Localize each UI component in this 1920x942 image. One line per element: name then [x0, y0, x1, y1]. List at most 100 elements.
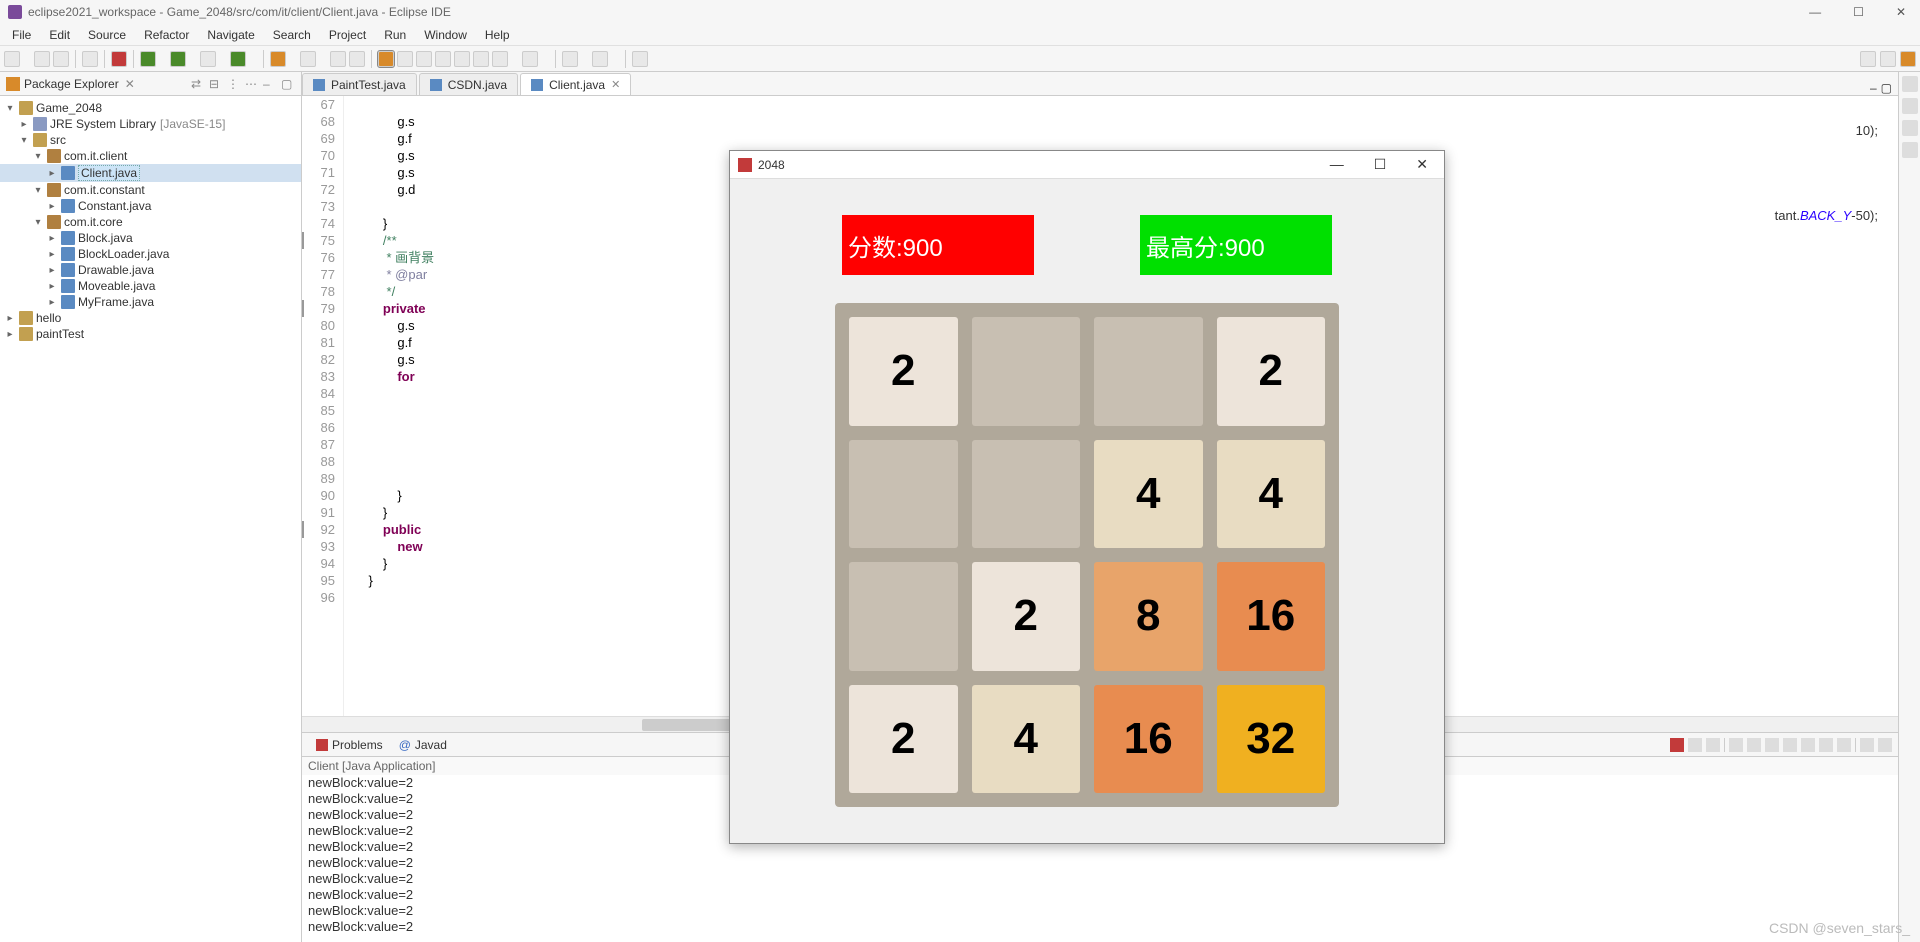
tab-painttest[interactable]: PaintTest.java [302, 73, 417, 95]
drop-frame-button[interactable] [522, 51, 538, 67]
tree-package-client[interactable]: ▾com.it.client [0, 148, 301, 164]
remove-all-terminated-button[interactable] [1706, 738, 1720, 752]
back-button[interactable] [562, 51, 578, 67]
run-button[interactable] [170, 51, 186, 67]
tree-jre-library[interactable]: ▸JRE System Library[JavaSE-15] [0, 116, 301, 132]
tab-client[interactable]: Client.java✕ [520, 73, 631, 95]
tree-file-myframe[interactable]: ▸MyFrame.java [0, 294, 301, 310]
scroll-lock-button[interactable] [1747, 738, 1761, 752]
menu-help[interactable]: Help [477, 26, 518, 44]
game-minimize-button[interactable]: — [1322, 154, 1352, 175]
minimize-console-button[interactable] [1860, 738, 1874, 752]
tree-file-moveable[interactable]: ▸Moveable.java [0, 278, 301, 294]
open-type-button[interactable] [82, 51, 98, 67]
forward-button[interactable] [592, 51, 608, 67]
maximize-console-button[interactable] [1878, 738, 1892, 752]
skip-breakpoints-button[interactable] [397, 51, 413, 67]
tab-javadoc[interactable]: @Javad [391, 738, 455, 752]
word-wrap-button[interactable] [1765, 738, 1779, 752]
menu-search[interactable]: Search [265, 26, 319, 44]
window-minimize-button[interactable]: — [1803, 3, 1827, 21]
terminate-button[interactable] [111, 51, 127, 67]
close-tab-button[interactable]: ✕ [611, 78, 620, 91]
step-return-button[interactable] [454, 51, 470, 67]
search-icon[interactable] [1860, 51, 1876, 67]
link-editor-button[interactable]: ⇄ [191, 77, 205, 91]
tree-project-painttest[interactable]: ▸paintTest [0, 326, 301, 342]
save-all-button[interactable] [53, 51, 69, 67]
open-console-button[interactable] [1819, 738, 1833, 752]
debug-button[interactable] [140, 51, 156, 67]
step-into-button[interactable] [416, 51, 432, 67]
maximize-view-button[interactable]: ▢ [281, 77, 295, 91]
menu-edit[interactable]: Edit [41, 26, 78, 44]
minimize-view-button[interactable]: – [263, 77, 277, 91]
new-class-button[interactable] [300, 51, 316, 67]
terminate-console-button[interactable] [1670, 738, 1684, 752]
open-task-button[interactable] [349, 51, 365, 67]
java-perspective-button[interactable] [1900, 51, 1916, 67]
run-last-button[interactable] [230, 51, 246, 67]
remove-terminated-button[interactable] [1688, 738, 1702, 752]
coverage-view-button[interactable] [1902, 120, 1918, 136]
task-list-button[interactable] [1902, 98, 1918, 114]
cell-1-2: 4 [1094, 440, 1203, 549]
menu-window[interactable]: Window [416, 26, 475, 44]
new-folder-button[interactable] [330, 51, 346, 67]
game-board[interactable]: 2 2 4 4 2 8 16 2 4 16 32 [835, 303, 1339, 807]
cell-0-2 [1094, 317, 1203, 426]
step-over-button[interactable] [435, 51, 451, 67]
resume-button[interactable] [473, 51, 489, 67]
pin-console-button[interactable] [1783, 738, 1797, 752]
window-close-button[interactable]: ✕ [1890, 3, 1912, 21]
menu-file[interactable]: File [4, 26, 39, 44]
menu-project[interactable]: Project [321, 26, 374, 44]
tree-file-drawable[interactable]: ▸Drawable.java [0, 262, 301, 278]
window-title: eclipse2021_workspace - Game_2048/src/co… [28, 5, 451, 19]
tree-src-folder[interactable]: ▾src [0, 132, 301, 148]
game-window-title: 2048 [758, 158, 785, 172]
window-maximize-button[interactable]: ☐ [1847, 3, 1870, 21]
game-maximize-button[interactable]: ☐ [1366, 154, 1395, 175]
close-view-button[interactable]: ✕ [125, 77, 135, 91]
game-window-titlebar[interactable]: 2048 — ☐ ✕ [730, 151, 1444, 179]
clear-console-button[interactable] [1729, 738, 1743, 752]
tree-file-blockloader[interactable]: ▸BlockLoader.java [0, 246, 301, 262]
menu-bar: File Edit Source Refactor Navigate Searc… [0, 24, 1920, 46]
game-window-2048[interactable]: 2048 — ☐ ✕ 分数:900 最高分:900 2 2 [729, 150, 1445, 844]
new-console-button[interactable] [1837, 738, 1851, 752]
tab-problems[interactable]: Problems [308, 738, 391, 752]
tree-project-game2048[interactable]: ▾Game_2048 [0, 100, 301, 116]
maximize-editor-button[interactable]: ▢ [1881, 81, 1892, 95]
tree-file-constant[interactable]: ▸Constant.java [0, 198, 301, 214]
new-button[interactable] [4, 51, 20, 67]
save-button[interactable] [34, 51, 50, 67]
minimize-editor-button[interactable]: – [1870, 81, 1877, 95]
tree-file-block[interactable]: ▸Block.java [0, 230, 301, 246]
tree-package-core[interactable]: ▾com.it.core [0, 214, 301, 230]
menu-source[interactable]: Source [80, 26, 134, 44]
focus-tool-button[interactable]: ⋮ [227, 77, 241, 91]
project-tree[interactable]: ▾Game_2048 ▸JRE System Library[JavaSE-15… [0, 96, 301, 942]
outline-view-button[interactable] [1902, 76, 1918, 92]
view-menu-button[interactable]: ⋯ [245, 77, 259, 91]
menu-refactor[interactable]: Refactor [136, 26, 197, 44]
tree-project-hello[interactable]: ▸hello [0, 310, 301, 326]
pin-editor-button[interactable] [632, 51, 648, 67]
display-console-button[interactable] [1801, 738, 1815, 752]
game-close-button[interactable]: ✕ [1408, 154, 1436, 175]
cell-1-1 [972, 440, 1081, 549]
toggle-breakpoint-button[interactable] [378, 51, 394, 67]
minimap-button[interactable] [1902, 142, 1918, 158]
right-trim-bar [1898, 72, 1920, 942]
tab-csdn[interactable]: CSDN.java [419, 73, 518, 95]
tree-package-constant[interactable]: ▾com.it.constant [0, 182, 301, 198]
menu-run[interactable]: Run [376, 26, 414, 44]
open-perspective-button[interactable] [1880, 51, 1896, 67]
suspend-button[interactable] [492, 51, 508, 67]
new-package-button[interactable] [270, 51, 286, 67]
tree-file-client[interactable]: ▸Client.java [0, 164, 301, 182]
menu-navigate[interactable]: Navigate [199, 26, 262, 44]
collapse-all-button[interactable]: ⊟ [209, 77, 223, 91]
coverage-button[interactable] [200, 51, 216, 67]
